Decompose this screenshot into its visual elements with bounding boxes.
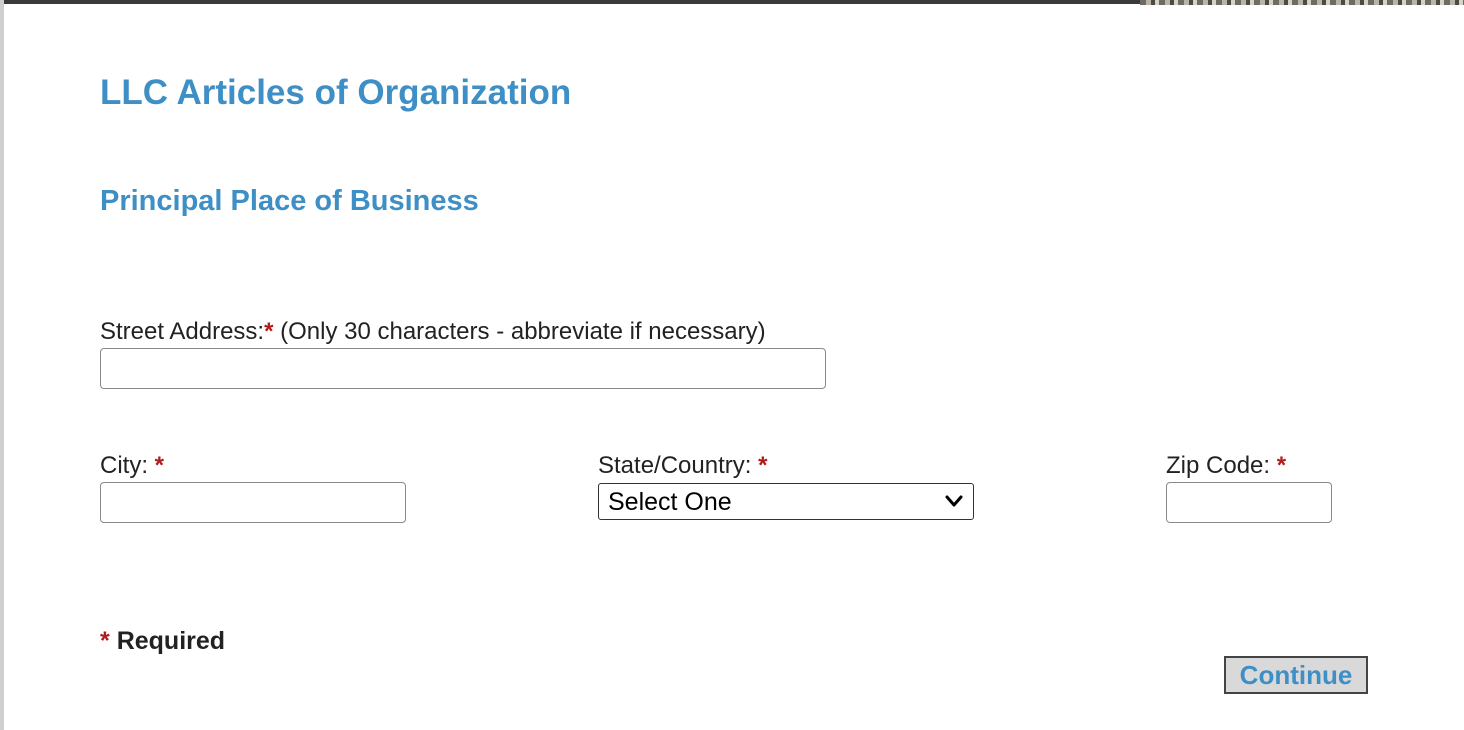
required-note: * Required — [100, 626, 225, 656]
section-title: Principal Place of Business — [100, 185, 479, 217]
zip-code-input[interactable] — [1166, 482, 1332, 523]
required-asterisk: * — [758, 452, 768, 479]
required-asterisk: * — [154, 452, 165, 479]
city-input[interactable] — [100, 482, 406, 523]
street-address-input[interactable] — [100, 348, 826, 389]
state-country-selected-value: Select One — [608, 488, 732, 516]
city-label-row: City: * — [100, 452, 164, 480]
header-image-strip — [1140, 0, 1464, 5]
left-border — [0, 0, 4, 730]
page-title: LLC Articles of Organization — [100, 73, 572, 112]
state-country-select[interactable]: Select One — [598, 483, 974, 520]
street-address-label-row: Street Address:* (Only 30 characters - a… — [100, 318, 766, 346]
zip-code-label-row: Zip Code: * — [1166, 452, 1286, 480]
required-asterisk: * — [1276, 452, 1287, 479]
city-label: City: — [100, 452, 148, 479]
continue-button[interactable]: Continue — [1224, 656, 1368, 694]
zip-code-label: Zip Code: — [1166, 452, 1271, 479]
required-asterisk: * — [100, 627, 110, 655]
street-address-note: (Only 30 characters - abbreviate if nece… — [280, 318, 766, 345]
street-address-label: Street Address: — [100, 318, 265, 345]
state-country-label-row: State/Country: * — [598, 452, 767, 480]
required-text: Required — [116, 627, 226, 655]
chevron-down-icon — [945, 495, 963, 507]
state-country-label: State/Country: — [598, 452, 752, 479]
required-asterisk: * — [264, 318, 274, 345]
